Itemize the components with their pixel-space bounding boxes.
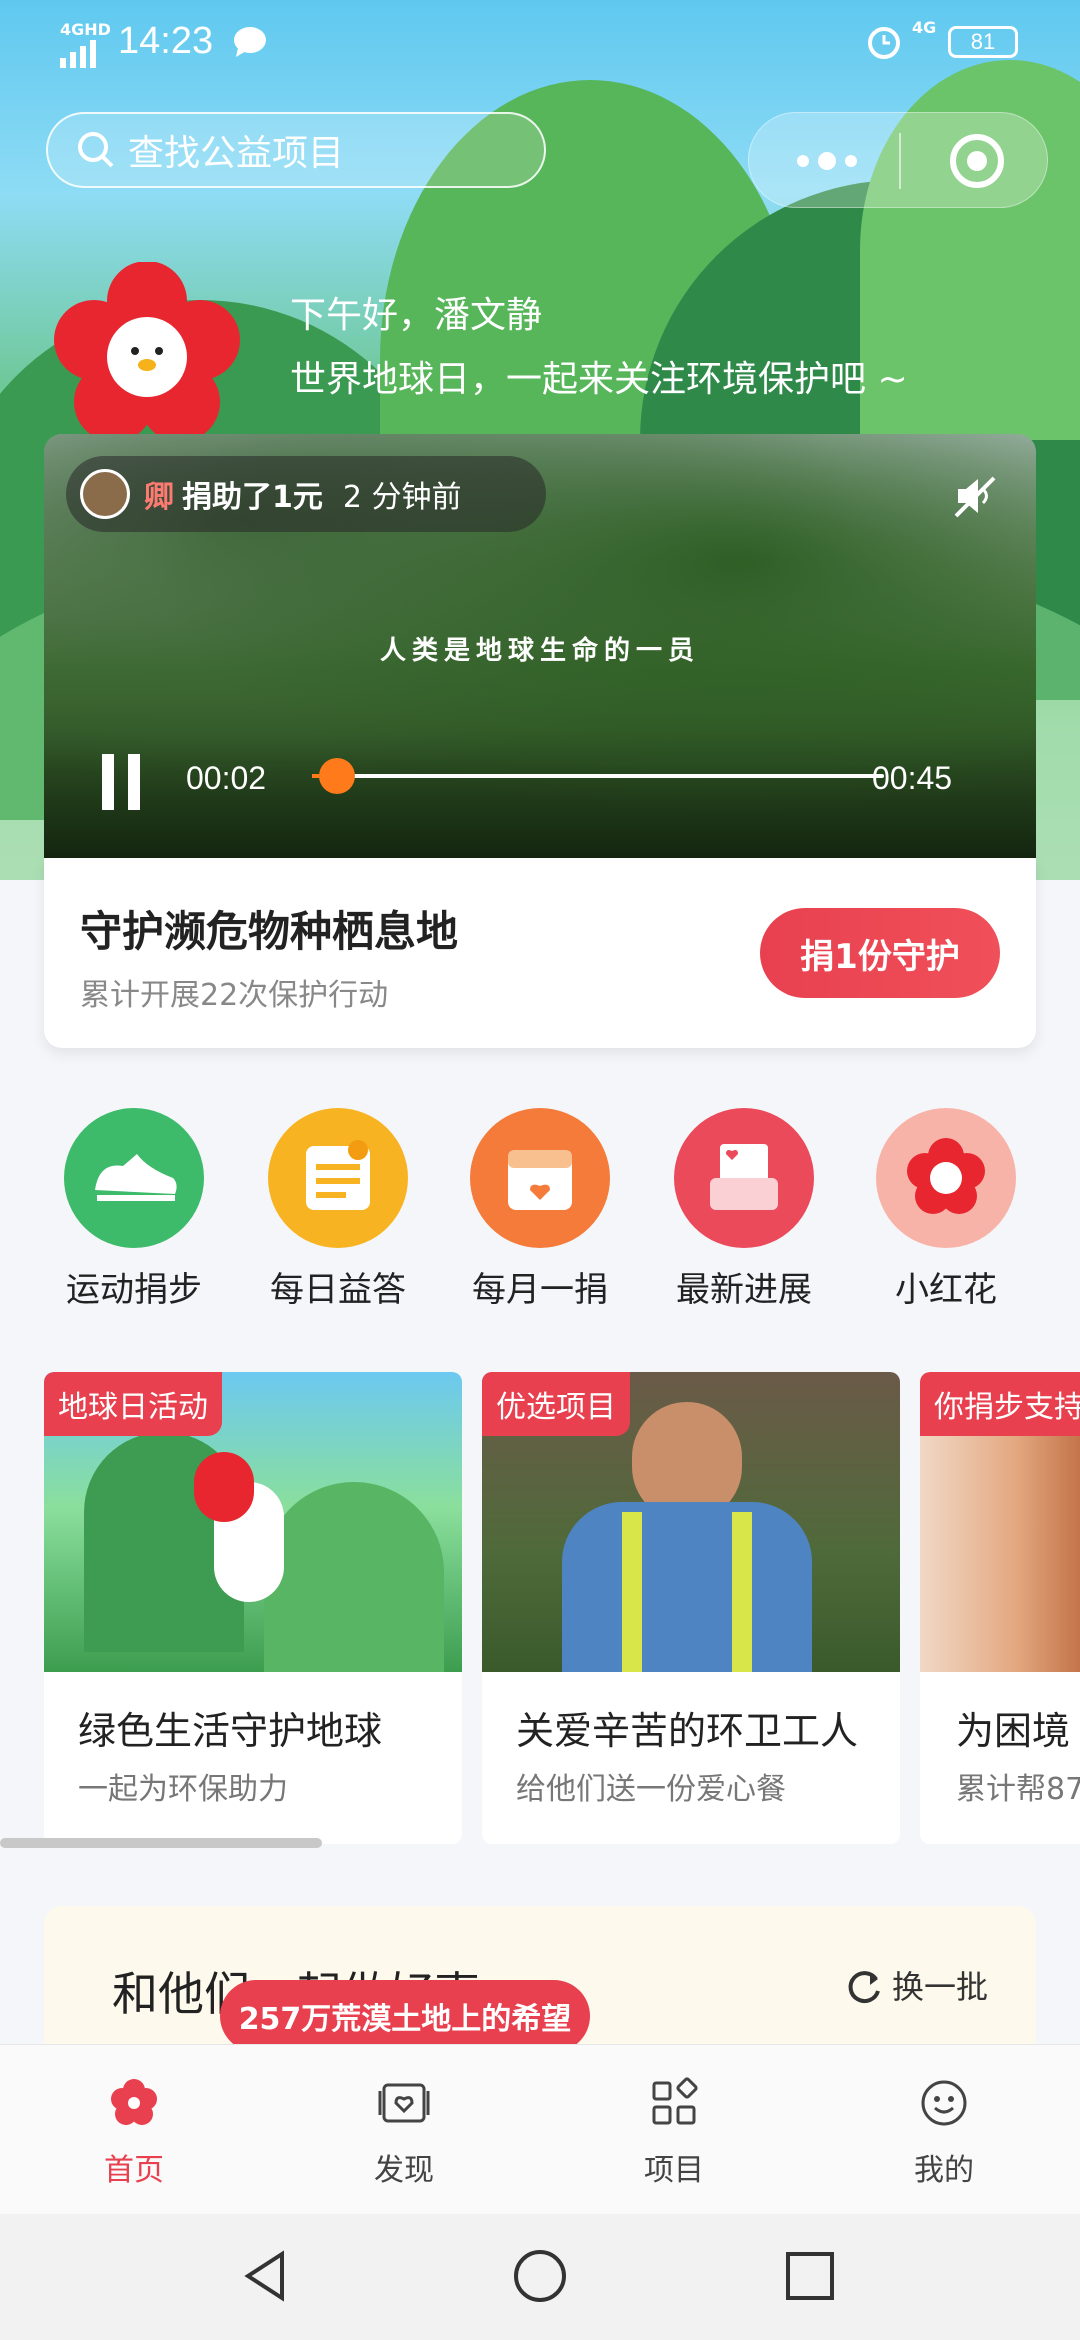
greeting-line2: 世界地球日，一起来关注环境保护吧 ~: [290, 359, 908, 400]
red-flower-mascot-icon: [54, 262, 240, 442]
quick-action-label: 运动捐步: [66, 1270, 202, 1310]
feature-card[interactable]: 守护濒危物种栖息地 累计开展22次保护行动 捐1份守护: [44, 858, 1036, 1048]
pause-icon[interactable]: [98, 752, 148, 812]
message-icon: [234, 27, 266, 57]
tab-label: 首页: [104, 2153, 164, 2188]
back-icon[interactable]: [236, 2246, 296, 2306]
capsule-divider: [899, 133, 901, 189]
donor-time: 2 分钟前: [342, 480, 462, 515]
flower-home-icon: [111, 2079, 157, 2125]
project-title: 为困境: [956, 1709, 1071, 1753]
red-flower-icon: [907, 1138, 985, 1214]
refresh-icon: [848, 1971, 880, 2004]
quick-action-progress[interactable]: 最新进展: [674, 1108, 814, 1311]
project-subtitle: 累计帮87: [956, 1772, 1080, 1807]
status-bar: 4GHD 14:23 4G 81: [0, 0, 1080, 84]
project-subtitle: 给他们送一份爱心餐: [516, 1772, 786, 1807]
donation-ticker: 卿 捐助了1元 2 分钟前: [66, 456, 546, 532]
quick-action-steps[interactable]: 运动捐步: [64, 1108, 204, 1311]
project-subtitle: 一起为环保助力: [78, 1772, 288, 1807]
current-time: 00:02: [186, 760, 267, 796]
promo-banner-text: 257万荒漠土地上的希望: [238, 2002, 572, 2037]
alarm-icon: [868, 27, 900, 59]
discover-icon: [378, 2083, 430, 2123]
feature-subtitle: 累计开展22次保护行动: [80, 978, 389, 1013]
project-card-earth-day[interactable]: 地球日活动 绿色生活守护地球 一起为环保助力: [44, 1372, 462, 1844]
video-caption: 人类是地球生命的一员: [379, 636, 700, 666]
donate-button[interactable]: 捐1份守护: [760, 908, 1000, 998]
donor-action: 捐助了1元: [182, 480, 323, 515]
project-card-steps[interactable]: 你捐步支持 为困境 累计帮87: [920, 1372, 1080, 1844]
network-label: 4GHD: [60, 20, 111, 39]
feature-title: 守护濒危物种栖息地: [80, 907, 459, 956]
progress-knob[interactable]: [319, 758, 356, 794]
donor-name: 卿: [144, 480, 174, 515]
promo-banner[interactable]: 257万荒漠土地上的希望: [220, 1980, 590, 2052]
project-card-sanitation[interactable]: 优选项目 关爱辛苦的环卫工人 给他们送一份爱心餐: [482, 1372, 900, 1844]
inbox-icon: [710, 1144, 778, 1210]
tab-label: 我的: [914, 2153, 974, 2188]
tab-discover[interactable]: 发现: [314, 2075, 494, 2189]
search-placeholder: 查找公益项目: [128, 133, 345, 174]
battery-icon: 81: [948, 26, 1018, 58]
system-navigation-bar: [0, 2214, 1080, 2340]
tab-bar: 首页 发现 项目 我的: [0, 2044, 1080, 2214]
recents-icon[interactable]: [780, 2246, 840, 2306]
quiz-card-icon: [306, 1140, 370, 1210]
project-tag: 优选项目: [482, 1372, 630, 1436]
tab-label: 发现: [374, 2153, 434, 2188]
quick-action-monthly[interactable]: 每月一捐: [470, 1108, 610, 1311]
progress-track[interactable]: [312, 758, 884, 794]
sneaker-icon: [95, 1154, 177, 1201]
project-title: 绿色生活守护地球: [78, 1709, 383, 1753]
tab-home[interactable]: 首页: [44, 2075, 224, 2189]
mute-icon[interactable]: [950, 472, 998, 520]
tab-label: 项目: [644, 2153, 704, 2188]
quick-action-flower[interactable]: 小红花: [876, 1108, 1016, 1311]
grid-icon: [652, 2077, 698, 2125]
horizontal-scroll-indicator[interactable]: [0, 1838, 322, 1848]
project-title: 关爱辛苦的环卫工人: [516, 1709, 859, 1753]
tab-projects[interactable]: 项目: [584, 2075, 764, 2189]
signal-icon: [60, 40, 96, 68]
video-player[interactable]: 卿 捐助了1元 2 分钟前 人类是地球生命的一员 00:02 00:45: [44, 434, 1036, 858]
close-miniprogram-icon[interactable]: [947, 131, 1007, 191]
quick-action-label: 每日益答: [270, 1270, 406, 1310]
quick-action-label: 小红花: [895, 1270, 997, 1310]
greeting: 下午好，潘文静 世界地球日，一起来关注环境保护吧 ~: [290, 284, 908, 412]
more-icon[interactable]: [789, 141, 869, 181]
search-bar[interactable]: 查找公益项目: [46, 112, 546, 188]
calendar-icon: [508, 1150, 572, 1210]
clock: 14:23: [118, 20, 214, 62]
refresh-label: 换一批: [892, 1968, 989, 2006]
refresh-button[interactable]: 换一批: [844, 1962, 988, 2008]
donor-avatar: [80, 469, 130, 519]
quick-action-label: 每月一捐: [472, 1270, 608, 1310]
greeting-line1: 下午好，潘文静: [290, 295, 543, 336]
search-icon: [78, 132, 114, 168]
tab-me[interactable]: 我的: [854, 2075, 1034, 2189]
smiley-icon: [921, 2080, 967, 2126]
home-icon[interactable]: [510, 2246, 570, 2306]
project-tag: 地球日活动: [44, 1372, 222, 1436]
duration: 00:45: [872, 760, 953, 796]
quick-action-label: 最新进展: [676, 1270, 812, 1310]
network-right-label: 4G: [912, 18, 937, 37]
battery-level: 81: [970, 29, 996, 54]
quick-action-quiz[interactable]: 每日益答: [268, 1108, 408, 1311]
mini-program-capsule: [748, 112, 1048, 208]
project-tag: 你捐步支持: [920, 1372, 1080, 1436]
